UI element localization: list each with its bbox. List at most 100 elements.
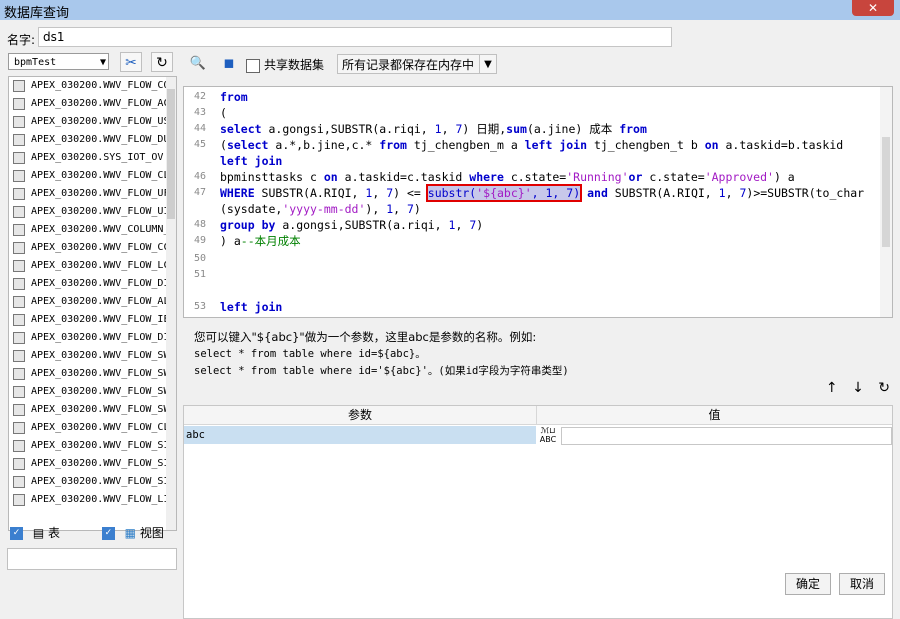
cancel-button[interactable]: 取消 (839, 573, 885, 595)
list-item[interactable]: APEX_030200.WWV_FLOW_SW (9, 383, 176, 401)
line-number: 50 (193, 253, 206, 264)
table-icon (13, 80, 25, 92)
selected-parameter-expression[interactable]: substr('${abc}', 1, 7) (425, 184, 583, 202)
view-icon: ▦ (124, 526, 137, 540)
ok-button[interactable]: 确定 (785, 573, 831, 595)
table-checkbox[interactable]: ✓ (10, 527, 23, 540)
connect-tools-button[interactable]: ✂ (120, 52, 142, 72)
preview-button[interactable]: 🔍 (187, 53, 209, 75)
list-item[interactable]: APEX_030200.WWV_FLOW_AL (9, 293, 176, 311)
window-title: 数据库查询 (4, 6, 70, 21)
save-button[interactable]: ◼ (218, 53, 240, 75)
refresh-params-icon[interactable]: ↻ (878, 380, 890, 396)
list-item[interactable]: APEX_030200.WWV_COLUMN_ (9, 221, 176, 239)
close-icon: ✕ (867, 1, 879, 15)
line-number: 46 (193, 171, 206, 182)
table-tree[interactable]: APEX_030200.WWV_FLOW_CO APEX_030200.WWV_F… (8, 76, 177, 531)
table-icon (13, 242, 25, 254)
list-item[interactable]: APEX_030200.WWV_FLOW_SW (9, 365, 176, 383)
list-item-label: APEX_030200.WWV_FLOW_LI (31, 494, 170, 505)
memory-mode-select[interactable]: 所有记录都保存在内存中 ▼ (337, 54, 497, 74)
list-item-label: APEX_030200.WWV_FLOW_SI (31, 476, 170, 487)
close-button[interactable]: ✕ (852, 0, 894, 16)
list-item[interactable]: APEX_030200.WWV_FLOW_CL (9, 419, 176, 437)
query-toolbar: 🔍 ◼ 共享数据集 所有记录都保存在内存中 ▼ (182, 53, 894, 77)
list-item[interactable]: APEX_030200.WWV_FLOW_LI (9, 491, 176, 509)
list-item[interactable]: APEX_030200.SYS_IOT_OV (9, 149, 176, 167)
sql-editor[interactable]: 42 from 43 (44 select a.gongsi,SUBSTR(a.riqi… (183, 86, 893, 318)
table-icon (13, 116, 25, 128)
string-type-icon[interactable]: ℳ⊔ ABC (537, 426, 559, 444)
name-input[interactable]: ds1 (38, 27, 672, 47)
list-item[interactable]: APEX_030200.WWV_FLOW_DU (9, 131, 176, 149)
view-checkbox-label: 视图 (139, 526, 164, 540)
tree-scrollbar-thumb[interactable] (167, 89, 175, 219)
list-item[interactable]: APEX_030200.WWV_FLOW_SI (9, 455, 176, 473)
list-item-label: APEX_030200.WWV_FLOW_AC (31, 98, 170, 109)
chevron-down-icon: ▼ (99, 57, 106, 68)
table-icon: ▤ (32, 526, 45, 540)
line-number: 43 (193, 107, 206, 118)
share-dataset-label: 共享数据集 (264, 58, 325, 72)
code-text: left join (220, 300, 283, 314)
table-icon (13, 350, 25, 362)
table-icon (13, 494, 25, 506)
move-down-icon[interactable]: ↓ (852, 380, 864, 396)
table-icon (13, 422, 25, 434)
list-item[interactable]: APEX_030200.WWV_FLOW_DI (9, 329, 176, 347)
tree-search-box[interactable] (7, 548, 177, 570)
list-item[interactable]: APEX_030200.WWV_FLOW_UI (9, 203, 176, 221)
share-dataset-box[interactable] (246, 58, 260, 73)
code-text: left join (220, 154, 283, 168)
refresh-tree-button[interactable]: ↻ (151, 52, 173, 72)
list-item-label: APEX_030200.WWV_COLUMN_ (31, 224, 170, 235)
list-item[interactable]: APEX_030200.WWV_FLOW_CO (9, 77, 176, 95)
code-text: group by a.gongsi,SUBSTR(a.riqi, 1, 7) (220, 218, 484, 232)
list-item-label: APEX_030200.WWV_FLOW_SW (31, 404, 170, 415)
list-item-label: APEX_030200.WWV_FLOW_CO (31, 80, 170, 91)
list-item[interactable]: APEX_030200.WWV_FLOW_SI (9, 437, 176, 455)
list-item[interactable]: APEX_030200.WWV_FLOW_DI (9, 275, 176, 293)
list-item[interactable]: APEX_030200.WWV_FLOW_CC (9, 239, 176, 257)
list-item-label: APEX_030200.WWV_FLOW_UF (31, 188, 170, 199)
list-item[interactable]: APEX_030200.WWV_FLOW_CL (9, 167, 176, 185)
editor-scrollbar[interactable] (880, 87, 892, 317)
list-item[interactable]: APEX_030200.WWV_FLOW_SW (9, 347, 176, 365)
code-text: (sysdate,'yyyy-mm-dd'), 1, 7) (220, 202, 421, 216)
title-bar: 数据库查询 ✕ (0, 0, 900, 21)
tree-scrollbar[interactable] (166, 77, 176, 530)
editor-scrollbar-thumb[interactable] (882, 137, 890, 247)
list-item[interactable]: APEX_030200.WWV_FLOW_SW (9, 401, 176, 419)
table-row[interactable]: abc ℳ⊔ ABC (184, 426, 892, 445)
preview-icon: 🔍 (189, 56, 207, 71)
list-item[interactable]: APEX_030200.WWV_FLOW_AC (9, 95, 176, 113)
table-checkbox-label: 表 (48, 526, 61, 540)
list-item[interactable]: APEX_030200.WWV_FLOW_LC (9, 257, 176, 275)
chevron-down-icon: ▼ (479, 55, 496, 73)
table-icon (13, 332, 25, 344)
line-number: 51 (193, 269, 206, 280)
param-name-cell[interactable]: abc (184, 426, 536, 444)
table-icon (13, 476, 25, 488)
list-item[interactable]: APEX_030200.WWV_FLOW_IE (9, 311, 176, 329)
list-item-label: APEX_030200.WWV_FLOW_CL (31, 422, 170, 433)
line-number: 45 (193, 139, 206, 150)
list-item[interactable]: APEX_030200.WWV_FLOW_UF (9, 185, 176, 203)
database-select[interactable]: bpmTest ▼ (8, 53, 109, 70)
list-item[interactable]: APEX_030200.WWV_FLOW_SI (9, 473, 176, 491)
object-type-filters: ✓ ▤ 表 ✓ ▦ 视图 (10, 524, 170, 542)
move-up-icon[interactable]: ↑ (826, 380, 838, 396)
list-item-label: APEX_030200.WWV_FLOW_LC (31, 260, 170, 271)
code-text: ( (220, 106, 227, 120)
share-dataset-checkbox[interactable]: 共享数据集 (246, 56, 324, 73)
table-icon (13, 368, 25, 380)
list-item-label: APEX_030200.WWV_FLOW_US (31, 116, 170, 127)
list-item-label: APEX_030200.WWV_FLOW_CL (31, 170, 170, 181)
view-checkbox[interactable]: ✓ (101, 527, 115, 540)
list-item[interactable]: APEX_030200.WWV_FLOW_US (9, 113, 176, 131)
code-text: from (220, 90, 248, 104)
database-select-value: bpmTest (14, 57, 57, 68)
param-value-input[interactable] (561, 427, 892, 445)
param-actions: ↑ ↓ ↻ (816, 380, 890, 396)
table-icon (13, 206, 25, 218)
